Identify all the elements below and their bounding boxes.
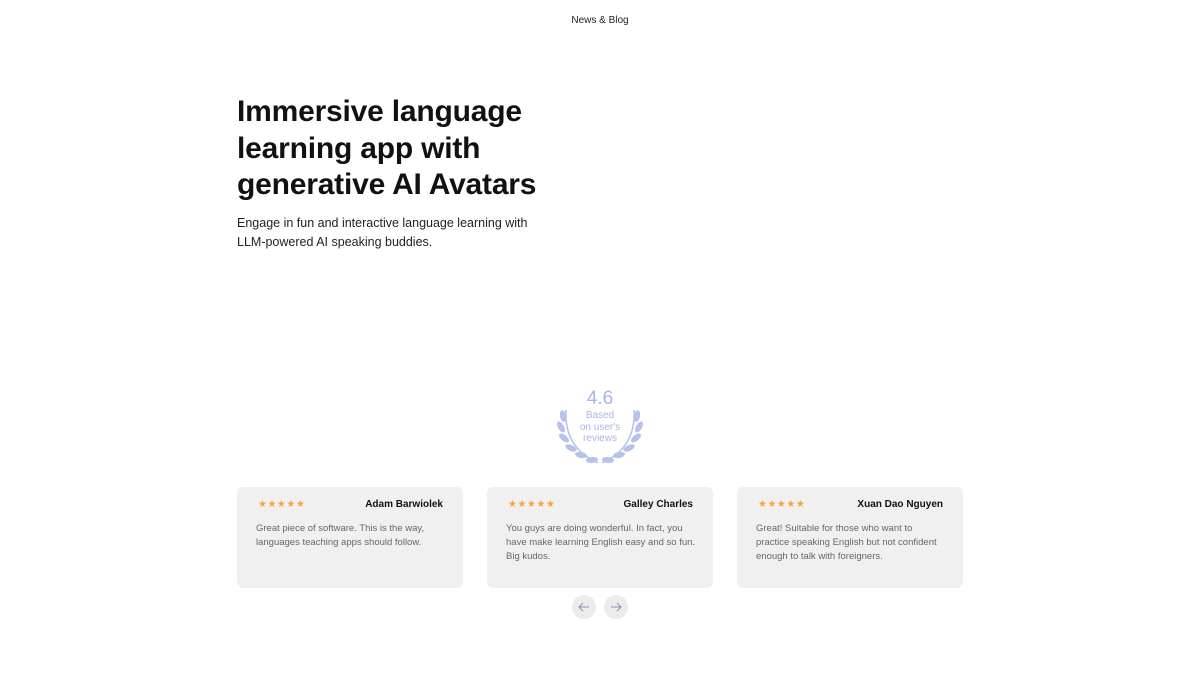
hero-title-line-3: generative AI Avatars bbox=[237, 168, 537, 201]
carousel-next-button[interactable] bbox=[604, 595, 628, 619]
arrow-left-icon bbox=[578, 602, 589, 612]
hero-title-line-2: learning app with bbox=[237, 131, 481, 165]
review-author: Xuan Dao Nguyen bbox=[857, 499, 943, 510]
carousel-controls bbox=[572, 595, 628, 620]
review-author: Galley Charles bbox=[623, 499, 693, 510]
hero-section: Immersive language learning app with gen… bbox=[237, 94, 567, 252]
review-text: You guys are doing wonderful. In fact, y… bbox=[506, 523, 696, 562]
review-card: ★★★★★ Adam Barwiolek Great piece of soft… bbox=[237, 487, 463, 588]
top-nav: News & Blog bbox=[0, 15, 1200, 26]
review-card: ★★★★★ Xuan Dao Nguyen Great! Suitable fo… bbox=[737, 487, 963, 588]
review-author: Adam Barwiolek bbox=[365, 499, 443, 510]
hero-title: Immersive language learning app with gen… bbox=[237, 94, 567, 204]
rating-caption-line-3: reviews bbox=[583, 433, 617, 444]
rating-caption-line-2: on user's bbox=[579, 421, 621, 433]
hero-title-line-1: Immersive language bbox=[237, 95, 522, 128]
landing-page: News & Blog Immersive language learning … bbox=[0, 0, 1200, 675]
review-text: Great! Suitable for those who want to pr… bbox=[756, 523, 937, 562]
hero-subtitle: Engage in fun and interactive language l… bbox=[237, 215, 528, 249]
rating-caption-line-1: Based bbox=[585, 410, 615, 421]
review-text: Great piece of software. This is the way… bbox=[256, 523, 425, 548]
rating-badge: 4.6 Based on user's reviews bbox=[554, 388, 646, 466]
rating-score: 4.6 bbox=[586, 388, 614, 409]
news-blog-link[interactable]: News & Blog bbox=[571, 15, 628, 26]
rating-caption: Based on user's reviews bbox=[554, 410, 646, 445]
star-rating-icon: ★★★★★ bbox=[758, 499, 806, 510]
arrow-right-icon bbox=[611, 602, 622, 612]
review-card: ★★★★★ Galley Charles You guys are doing … bbox=[487, 487, 713, 588]
reviews-carousel: ★★★★★ Adam Barwiolek Great piece of soft… bbox=[237, 487, 963, 589]
carousel-prev-button[interactable] bbox=[572, 595, 596, 619]
star-rating-icon: ★★★★★ bbox=[508, 499, 556, 510]
star-rating-icon: ★★★★★ bbox=[258, 499, 306, 510]
